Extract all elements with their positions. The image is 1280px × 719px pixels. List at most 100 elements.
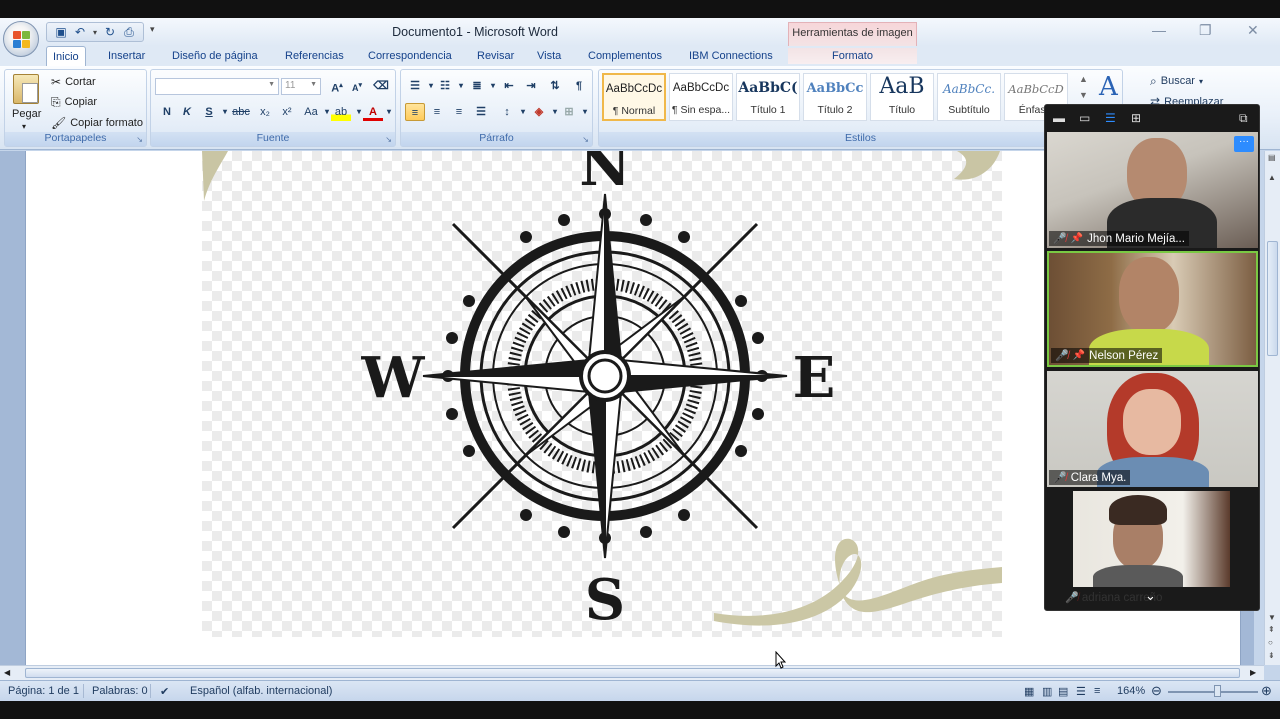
align-left-button[interactable]: ≡ xyxy=(405,103,425,121)
paste-dropdown-icon[interactable]: ▾ xyxy=(22,122,26,131)
align-right-button[interactable]: ≡ xyxy=(449,103,469,121)
increase-indent-button[interactable]: ⇥ xyxy=(521,77,541,95)
web-layout-icon[interactable]: ▤ xyxy=(1058,685,1068,698)
strip-view-icon[interactable]: ☰ xyxy=(1105,111,1116,125)
participant-tile-4[interactable] xyxy=(1073,491,1230,587)
format-painter-button[interactable]: 🖌 Copiar formato xyxy=(51,115,143,131)
paste-button[interactable]: Pegar xyxy=(12,108,41,120)
tab-vista[interactable]: Vista xyxy=(531,48,567,64)
compass-image[interactable]: N S E W xyxy=(202,151,1002,637)
group-label-portapapeles: Portapapeles xyxy=(5,132,146,146)
copy-button[interactable]: ⎘ Copiar xyxy=(51,94,97,110)
outline-view-icon[interactable]: ☰ xyxy=(1076,685,1086,698)
zoom-slider-track[interactable] xyxy=(1168,691,1258,693)
clear-format-button[interactable]: ⌫ xyxy=(371,77,391,95)
style-sin-espaciado[interactable]: AaBbCcDc ¶ Sin espa... xyxy=(669,73,733,121)
indent-icon: ⇥ xyxy=(526,80,536,92)
borders-dropdown-icon[interactable]: ▾ xyxy=(575,103,595,121)
more-options-button[interactable]: ··· xyxy=(1234,136,1254,152)
scroll-down-icon[interactable]: ▼ xyxy=(1268,613,1276,622)
vertical-scroll-thumb[interactable] xyxy=(1267,241,1278,356)
status-page[interactable]: Página: 1 de 1 xyxy=(8,685,79,697)
zoom-out-icon[interactable]: ⊖ xyxy=(1151,683,1162,699)
sort-button[interactable]: ⇅ xyxy=(545,77,565,95)
close-icon[interactable]: ✕ xyxy=(1247,22,1259,39)
draft-view-icon[interactable]: ≡ xyxy=(1094,685,1100,697)
scroll-right-icon[interactable]: ▶ xyxy=(1250,668,1256,677)
participant-tile-2[interactable]: 🎤̸ 📌 Nelson Pérez xyxy=(1047,251,1258,367)
minimize-icon[interactable]: — xyxy=(1152,22,1166,38)
style-titulo-2[interactable]: AaBbCc Título 2 xyxy=(803,73,867,121)
tab-inicio[interactable]: Inicio xyxy=(46,46,86,66)
superscript-button[interactable]: x² xyxy=(277,103,297,121)
align-center-button[interactable]: ≡ xyxy=(427,103,447,121)
fuente-launcher-icon[interactable]: ↘ xyxy=(385,135,392,144)
participant-tile-3[interactable]: 🎤̸ Clara Mya. xyxy=(1047,371,1258,487)
restore-icon[interactable]: ❐ xyxy=(1199,22,1212,39)
style-titulo-1[interactable]: AaBbC(Título 1 xyxy=(736,73,800,121)
decrease-indent-button[interactable]: ⇤ xyxy=(499,77,519,95)
spelling-check-icon[interactable]: ✔ xyxy=(160,685,169,698)
thumbnail-view-icon[interactable]: ▭ xyxy=(1079,111,1090,125)
styles-scroll-down-icon[interactable]: ▼ xyxy=(1079,90,1088,100)
office-button[interactable] xyxy=(3,21,39,57)
tab-formato[interactable]: Formato xyxy=(788,48,917,64)
portapapeles-launcher-icon[interactable]: ↘ xyxy=(136,135,143,144)
horizontal-scroll-thumb[interactable] xyxy=(25,668,1240,678)
tab-referencias[interactable]: Referencias xyxy=(279,48,350,64)
font-color-dropdown-icon[interactable]: ▾ xyxy=(379,103,399,121)
paste-icon[interactable] xyxy=(13,74,39,104)
style-normal[interactable]: AaBbCcDc ¶ Normal xyxy=(602,73,666,121)
font-size-combo[interactable]: 11 ▼ xyxy=(281,78,321,95)
italic-button[interactable]: K xyxy=(177,103,197,121)
tab-revisar[interactable]: Revisar xyxy=(471,48,520,64)
scroll-left-icon[interactable]: ◀ xyxy=(4,668,10,677)
zoom-in-icon[interactable]: ⊕ xyxy=(1261,683,1272,699)
parrafo-launcher-icon[interactable]: ↘ xyxy=(582,135,589,144)
find-button[interactable]: ⌕ Buscar ▾ xyxy=(1150,73,1203,89)
horizontal-scrollbar[interactable]: ◀ ▶ xyxy=(0,665,1264,680)
tab-complementos[interactable]: Complementos xyxy=(582,48,668,64)
change-styles-icon[interactable]: A xyxy=(1099,72,1118,102)
tab-insertar[interactable]: Insertar xyxy=(102,48,151,64)
zoom-level[interactable]: 164% xyxy=(1117,685,1145,697)
grow-font-button[interactable]: A▴ xyxy=(327,77,347,95)
styles-scroll-up-icon[interactable]: ▲ xyxy=(1079,74,1088,84)
participant-tile-1[interactable]: ··· 🎤̸ 📌 Jhon Mario Mejía... xyxy=(1047,132,1258,248)
minimize-panel-icon[interactable]: ▬ xyxy=(1053,111,1065,125)
strikethrough-button[interactable]: abc xyxy=(231,103,251,121)
scissors-icon: ✂ xyxy=(51,75,62,89)
previous-page-icon[interactable]: ⇞ xyxy=(1268,625,1275,634)
status-language[interactable]: Español (alfab. internacional) xyxy=(190,685,332,697)
justify-button[interactable]: ☰ xyxy=(471,103,491,121)
tab-diseno-de-pagina[interactable]: Diseño de página xyxy=(166,48,264,64)
tab-correspondencia[interactable]: Correspondencia xyxy=(362,48,458,64)
chevron-down-icon: ▼ xyxy=(268,81,275,88)
justify-icon: ☰ xyxy=(476,106,486,118)
browse-object-icon[interactable]: ○ xyxy=(1268,638,1273,647)
show-marks-button[interactable]: ¶ xyxy=(569,77,589,95)
pin-icon: 📌 xyxy=(1070,233,1084,244)
shrink-font-button[interactable]: A▾ xyxy=(347,77,367,95)
bold-button[interactable]: N xyxy=(157,103,177,121)
copy-icon: ⎘ xyxy=(51,95,61,109)
gallery-view-icon[interactable]: ⊞ xyxy=(1131,111,1141,125)
ruler-toggle-icon[interactable]: ▤ xyxy=(1268,153,1276,162)
next-page-icon[interactable]: ⇟ xyxy=(1268,651,1275,660)
style-subtitulo[interactable]: AaBbCc. Subtítulo xyxy=(937,73,1001,121)
exit-minimized-icon[interactable]: ⧉ xyxy=(1239,111,1248,126)
chevron-down-icon[interactable]: ⌄ xyxy=(1145,588,1156,604)
print-layout-view-icon[interactable]: ▦ xyxy=(1024,685,1034,698)
full-screen-reading-icon[interactable]: ▥ xyxy=(1042,685,1052,698)
highlight-button[interactable]: ab xyxy=(331,103,351,121)
zoom-slider-handle[interactable] xyxy=(1214,685,1221,697)
style-titulo[interactable]: AaB Título xyxy=(870,73,934,121)
scroll-up-icon[interactable]: ▲ xyxy=(1268,173,1276,182)
cut-button[interactable]: ✂ Cortar xyxy=(51,74,96,90)
tab-ibm-connections[interactable]: IBM Connections xyxy=(683,48,779,64)
status-words[interactable]: Palabras: 0 xyxy=(92,685,148,697)
font-name-combo[interactable]: ▼ xyxy=(155,78,279,95)
line-spacing-icon: ↕ xyxy=(504,106,510,118)
subscript-button[interactable]: x₂ xyxy=(255,103,275,121)
vertical-scrollbar[interactable]: ▤ ▲ ▼ ⇞ ○ ⇟ xyxy=(1264,151,1280,665)
